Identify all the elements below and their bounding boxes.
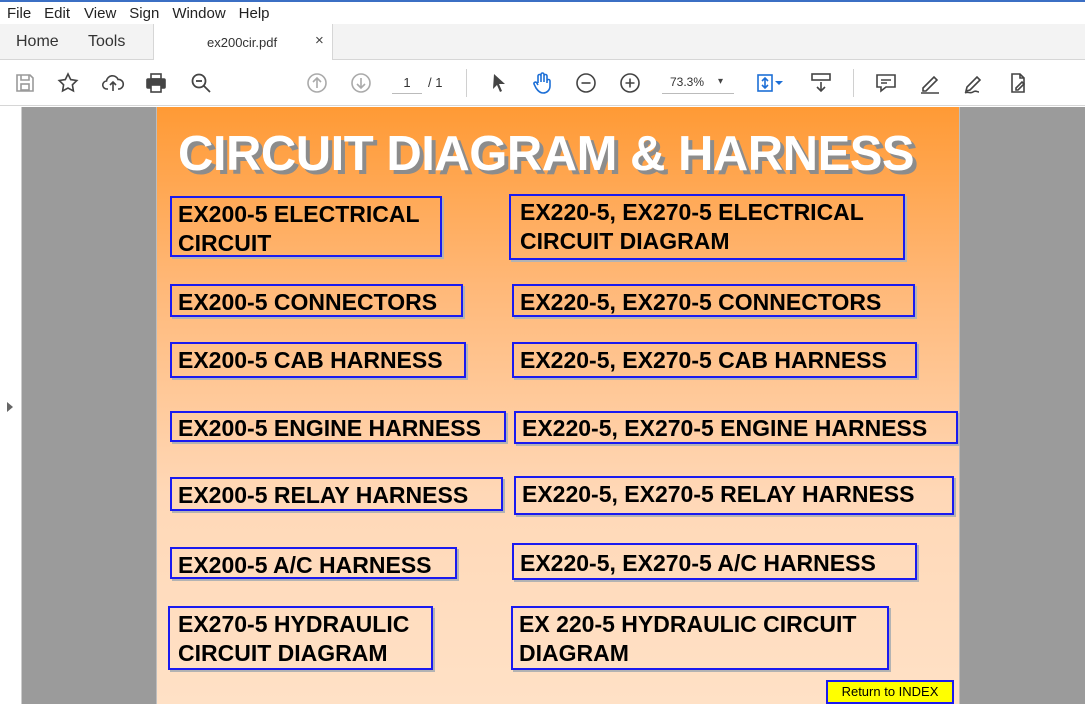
highlight-pen-icon[interactable] (917, 70, 943, 96)
page-down-icon[interactable] (348, 70, 374, 96)
page-total: / 1 (428, 75, 443, 90)
link-ex200-connectors[interactable]: EX200-5 CONNECTORS (170, 284, 463, 317)
comment-icon[interactable] (873, 70, 899, 96)
link-text: EX220-5, EX270-5 ELECTRICAL (520, 199, 864, 225)
left-panel-toggle[interactable] (0, 107, 22, 704)
link-text: DIAGRAM (519, 640, 629, 666)
fit-dropdown-chevron-icon[interactable] (773, 70, 785, 96)
menu-sign[interactable]: Sign (129, 5, 159, 22)
link-text: EX270-5 HYDRAULIC (178, 611, 410, 637)
link-ex220-270-electrical-circuit[interactable]: EX220-5, EX270-5 ELECTRICAL CIRCUIT DIAG… (509, 194, 905, 260)
zoom-in-icon[interactable] (617, 70, 643, 96)
upload-cloud-icon[interactable] (100, 70, 126, 96)
link-ex220-hydraulic-circuit[interactable]: EX 220-5 HYDRAULIC CIRCUIT DIAGRAM (511, 606, 889, 670)
hand-icon[interactable] (529, 70, 555, 96)
link-ex270-hydraulic-circuit[interactable]: EX270-5 HYDRAULIC CIRCUIT DIAGRAM (168, 606, 433, 670)
close-tab-icon[interactable]: × (315, 32, 324, 49)
tab-bar: Home Tools ex200cir.pdf × (0, 24, 1085, 60)
tab-document[interactable]: ex200cir.pdf × (153, 24, 333, 60)
link-text: EX200-5 ELECTRICAL (178, 201, 420, 227)
link-text: EX220-5, EX270-5 A/C HARNESS (520, 550, 876, 576)
scroll-mode-icon[interactable] (808, 70, 834, 96)
zoom-value: 73.3% (670, 75, 705, 89)
link-ex200-relay-harness[interactable]: EX200-5 RELAY HARNESS (170, 477, 503, 511)
print-icon[interactable] (143, 70, 169, 96)
link-text: EX220-5, EX270-5 CONNECTORS (520, 289, 882, 315)
page-number-input[interactable] (392, 72, 422, 94)
menu-bar: File Edit View Sign Window Help (0, 0, 1085, 24)
link-ex200-electrical-circuit[interactable]: EX200-5 ELECTRICAL CIRCUIT (170, 196, 442, 257)
link-text: EX 220-5 HYDRAULIC CIRCUIT (519, 611, 857, 637)
toolbar: / 1 73.3% ▾ (0, 60, 1085, 106)
save-icon[interactable] (12, 70, 38, 96)
link-ex220-270-relay-harness[interactable]: EX220-5, EX270-5 RELAY HARNESS (514, 476, 954, 515)
link-text: EX220-5, EX270-5 RELAY HARNESS (522, 481, 915, 507)
link-ex220-270-connectors[interactable]: EX220-5, EX270-5 CONNECTORS (512, 284, 915, 317)
link-text: EX200-5 A/C HARNESS (178, 552, 432, 578)
link-ex200-ac-harness[interactable]: EX200-5 A/C HARNESS (170, 547, 457, 579)
link-text: EX200-5 CAB HARNESS (178, 347, 443, 373)
link-ex220-270-cab-harness[interactable]: EX220-5, EX270-5 CAB HARNESS (512, 342, 917, 378)
link-text: CIRCUIT DIAGRAM (178, 640, 388, 666)
link-ex220-270-engine-harness[interactable]: EX220-5, EX270-5 ENGINE HARNESS (514, 411, 958, 444)
menu-edit[interactable]: Edit (44, 5, 70, 22)
zoom-search-icon[interactable] (188, 70, 214, 96)
link-text: CIRCUIT (178, 230, 272, 256)
link-text: EX200-5 ENGINE HARNESS (178, 415, 481, 441)
toolbar-divider (853, 69, 854, 97)
bookmark-star-icon[interactable] (55, 70, 81, 96)
link-text: EX200-5 CONNECTORS (178, 289, 438, 315)
toolbar-divider (466, 69, 467, 97)
chevron-down-icon: ▾ (718, 76, 724, 87)
zoom-level-select[interactable]: 73.3% ▾ (662, 72, 734, 94)
expand-panel-icon (7, 402, 13, 412)
link-text: CIRCUIT DIAGRAM (520, 228, 730, 254)
tab-tools[interactable]: Tools (88, 33, 125, 51)
page-title: CIRCUIT DIAGRAM & HARNESS (178, 127, 915, 181)
link-text: EX220-5, EX270-5 CAB HARNESS (520, 347, 887, 373)
sign-icon[interactable] (961, 70, 987, 96)
link-ex220-270-ac-harness[interactable]: EX220-5, EX270-5 A/C HARNESS (512, 543, 917, 580)
fill-sign-icon[interactable] (1005, 70, 1031, 96)
link-text: EX220-5, EX270-5 ENGINE HARNESS (522, 415, 928, 441)
return-to-index-button[interactable]: Return to INDEX (826, 680, 954, 704)
page-up-icon[interactable] (304, 70, 330, 96)
menu-view[interactable]: View (84, 5, 116, 22)
menu-file[interactable]: File (7, 5, 31, 22)
menu-window[interactable]: Window (172, 5, 225, 22)
zoom-out-icon[interactable] (573, 70, 599, 96)
select-arrow-icon[interactable] (486, 70, 512, 96)
document-tab-label: ex200cir.pdf (207, 35, 278, 50)
tab-home[interactable]: Home (16, 33, 59, 51)
link-ex200-engine-harness[interactable]: EX200-5 ENGINE HARNESS (170, 411, 506, 442)
link-text: EX200-5 RELAY HARNESS (178, 482, 469, 508)
menu-help[interactable]: Help (239, 5, 270, 22)
link-ex200-cab-harness[interactable]: EX200-5 CAB HARNESS (170, 342, 466, 378)
